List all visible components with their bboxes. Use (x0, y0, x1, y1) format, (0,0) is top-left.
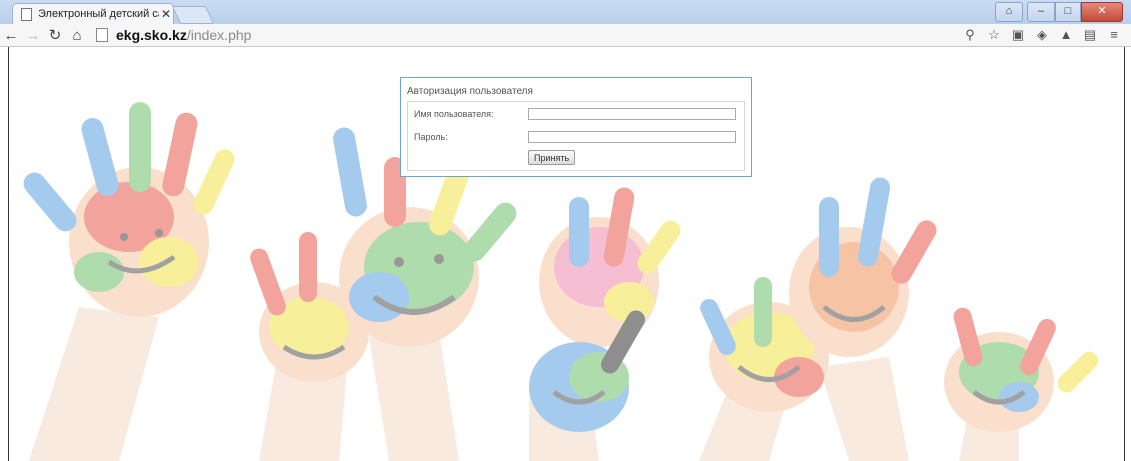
login-form: Авторизация пользователя Имя пользовател… (400, 77, 752, 177)
user-icon[interactable]: ⌂ (995, 2, 1023, 22)
login-legend: Авторизация пользователя (407, 86, 533, 97)
bookmark-star-icon[interactable]: ☆ (983, 26, 1005, 44)
close-window-button[interactable]: ✕ (1081, 2, 1123, 22)
extension-icon-3[interactable]: ▲ (1055, 26, 1077, 44)
minimize-button[interactable]: – (1027, 2, 1055, 22)
extension-icon-2[interactable]: ◈ (1031, 26, 1053, 44)
login-fieldset: Имя пользователя: Пароль: Принять (407, 101, 745, 171)
document-icon (96, 28, 108, 42)
page-icon (21, 7, 32, 21)
browser-tab-strip: Электронный детский са ✕ ⌂ – □ ✕ (0, 0, 1131, 24)
back-icon[interactable]: ← (0, 27, 22, 44)
username-label: Имя пользователя: (414, 109, 494, 119)
new-tab-button[interactable] (171, 6, 215, 24)
tab-close-icon[interactable]: ✕ (159, 7, 173, 21)
browser-toolbar: ← → ↻ ⌂ ekg.sko.kz/index.php ⚲ ☆ ▣ ◈ ▲ ▤… (0, 24, 1131, 47)
tab-title: Электронный детский са (38, 8, 159, 20)
reload-icon[interactable]: ↻ (44, 26, 66, 44)
extension-icon-4[interactable]: ▤ (1079, 26, 1101, 44)
page-content: Авторизация пользователя Имя пользовател… (8, 47, 1125, 461)
menu-icon[interactable]: ≡ (1103, 26, 1125, 44)
address-bar[interactable]: ekg.sko.kz/index.php (96, 27, 251, 43)
browser-tab[interactable]: Электронный детский са ✕ (12, 3, 174, 24)
password-label: Пароль: (414, 132, 448, 142)
submit-button[interactable]: Принять (528, 150, 576, 165)
url-host: ekg.sko.kz (116, 27, 187, 43)
home-icon[interactable]: ⌂ (66, 27, 88, 44)
forward-icon[interactable]: → (22, 27, 44, 44)
password-input[interactable] (528, 131, 736, 143)
window-controls: ⌂ – □ ✕ (995, 2, 1123, 22)
extension-icon[interactable]: ▣ (1007, 26, 1029, 44)
username-input[interactable] (528, 108, 736, 120)
toolbar-actions: ⚲ ☆ ▣ ◈ ▲ ▤ ≡ (957, 26, 1125, 44)
url-path: /index.php (186, 27, 252, 43)
zoom-icon[interactable]: ⚲ (959, 26, 981, 44)
maximize-button[interactable]: □ (1055, 2, 1081, 22)
